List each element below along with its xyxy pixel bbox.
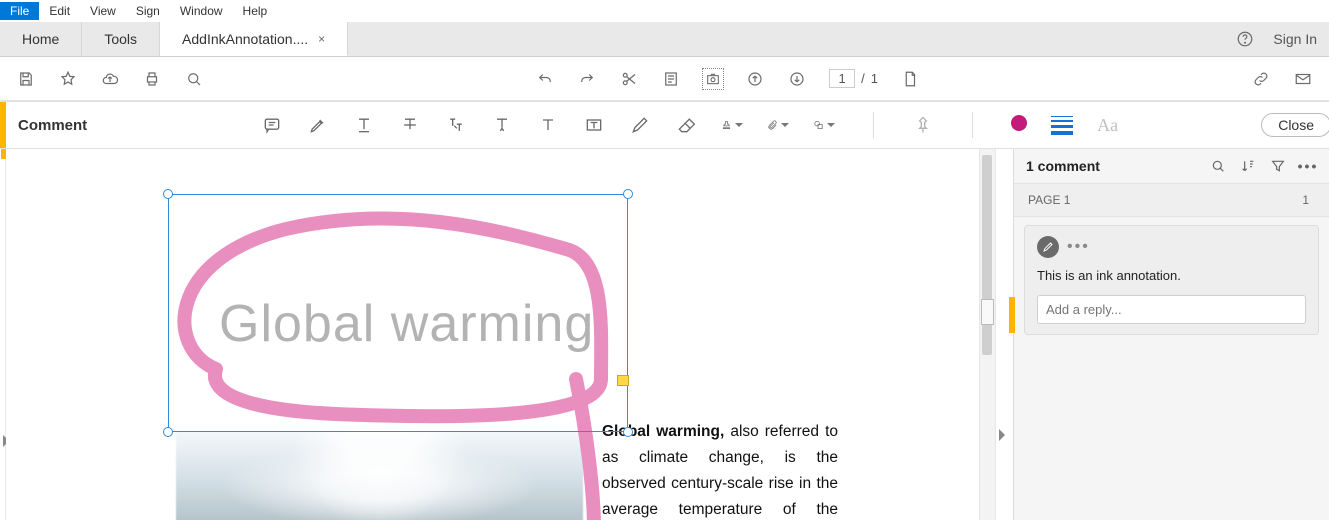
mail-icon[interactable] — [1293, 69, 1313, 89]
resize-handle-bl[interactable] — [163, 427, 173, 437]
pencil-draw-icon[interactable] — [629, 114, 651, 136]
line-weight-picker[interactable] — [1051, 116, 1073, 135]
page-indicator: 1 / 1 — [829, 69, 878, 88]
workspace: Global warming Global warming, also refe… — [0, 149, 1329, 520]
comments-page-label: PAGE 1 — [1028, 193, 1070, 207]
add-text-icon[interactable] — [537, 114, 559, 136]
strikethrough-icon[interactable] — [399, 114, 421, 136]
tab-document[interactable]: AddInkAnnotation.... × — [160, 22, 348, 56]
menu-file[interactable]: File — [0, 2, 39, 20]
cloud-upload-icon[interactable] — [100, 69, 120, 89]
menu-view[interactable]: View — [80, 2, 126, 20]
scrollbar-thumb[interactable] — [982, 155, 992, 355]
sticky-note-icon[interactable] — [261, 114, 283, 136]
right-accent-marker — [1009, 297, 1015, 333]
tab-home[interactable]: Home — [0, 22, 82, 56]
save-icon[interactable] — [16, 69, 36, 89]
reply-input[interactable] — [1037, 295, 1306, 324]
replace-text-icon[interactable] — [445, 114, 467, 136]
resize-handle-tl[interactable] — [163, 189, 173, 199]
comments-panel: 1 comment ••• PAGE 1 1 ••• This is an in… — [1013, 149, 1329, 520]
search-comments-icon[interactable] — [1209, 157, 1227, 175]
scrollbar[interactable] — [979, 149, 995, 520]
zoom-icon[interactable] — [184, 69, 204, 89]
comments-page-count: 1 — [1302, 193, 1309, 207]
star-icon[interactable] — [58, 69, 78, 89]
shapes-icon[interactable] — [813, 114, 835, 136]
filter-comments-icon[interactable] — [1269, 157, 1287, 175]
attachment-icon[interactable] — [767, 114, 789, 136]
annotation-note-tag-icon[interactable] — [617, 375, 629, 386]
right-panel-expand-icon[interactable] — [999, 429, 1011, 441]
comment-toolbar: Comment Aa Close — [0, 101, 1329, 149]
tab-tools[interactable]: Tools — [82, 22, 160, 56]
menu-bar: File Edit View Sign Window Help — [0, 0, 1329, 22]
sort-comments-icon[interactable] — [1239, 157, 1257, 175]
comment-toolbar-title: Comment — [6, 117, 101, 134]
underline-text-icon[interactable] — [353, 114, 375, 136]
sign-in-button[interactable]: Sign In — [1273, 31, 1317, 47]
cut-icon[interactable] — [619, 69, 639, 89]
up-arrow-circle-icon[interactable] — [745, 69, 765, 89]
page-total: 1 — [871, 71, 878, 86]
close-panel-button[interactable]: Close — [1261, 113, 1329, 137]
comment-card[interactable]: ••• This is an ink annotation. — [1024, 225, 1319, 335]
tabs-row: Home Tools AddInkAnnotation.... × Sign I… — [0, 22, 1329, 57]
menu-window[interactable]: Window — [170, 2, 233, 20]
color-picker[interactable] — [1011, 115, 1027, 136]
help-icon[interactable] — [1235, 29, 1255, 49]
menu-help[interactable]: Help — [233, 2, 278, 20]
document-image — [176, 431, 583, 520]
menu-sign[interactable]: Sign — [126, 2, 170, 20]
document-area[interactable]: Global warming Global warming, also refe… — [6, 149, 979, 520]
tab-close-icon[interactable]: × — [318, 32, 325, 46]
annotation-selection[interactable] — [168, 194, 628, 432]
right-gutter — [995, 149, 1013, 520]
comment-type-pencil-icon — [1037, 236, 1059, 258]
link-icon[interactable] — [1251, 69, 1271, 89]
page-thumbnail-icon[interactable] — [900, 69, 920, 89]
comments-count-label: 1 comment — [1026, 158, 1100, 174]
snapshot-icon[interactable] — [703, 69, 723, 89]
tab-document-label: AddInkAnnotation.... — [182, 31, 308, 47]
eraser-icon[interactable] — [675, 114, 697, 136]
comment-text: This is an ink annotation. — [1037, 268, 1306, 283]
resize-handle-br[interactable] — [623, 427, 633, 437]
text-style-icon[interactable]: Aa — [1097, 115, 1118, 136]
insert-text-icon[interactable] — [491, 114, 513, 136]
highlight-icon[interactable] — [307, 114, 329, 136]
stamp-icon[interactable] — [721, 114, 743, 136]
resize-handle-tr[interactable] — [623, 189, 633, 199]
page-current-input[interactable]: 1 — [829, 69, 855, 88]
print-icon[interactable] — [142, 69, 162, 89]
more-options-icon[interactable]: ••• — [1299, 157, 1317, 175]
undo-icon[interactable] — [535, 69, 555, 89]
page-display-icon[interactable] — [661, 69, 681, 89]
down-arrow-circle-icon[interactable] — [787, 69, 807, 89]
redo-icon[interactable] — [577, 69, 597, 89]
comments-page-group[interactable]: PAGE 1 1 — [1014, 183, 1329, 217]
document-body: Global warming, also referred to as clim… — [602, 419, 838, 520]
quick-toolbar: 1 / 1 — [0, 57, 1329, 101]
menu-edit[interactable]: Edit — [39, 2, 80, 20]
comment-more-icon[interactable]: ••• — [1067, 238, 1090, 256]
textbox-icon[interactable] — [583, 114, 605, 136]
scrollbar-grip[interactable] — [981, 299, 994, 325]
pin-icon[interactable] — [912, 114, 934, 136]
